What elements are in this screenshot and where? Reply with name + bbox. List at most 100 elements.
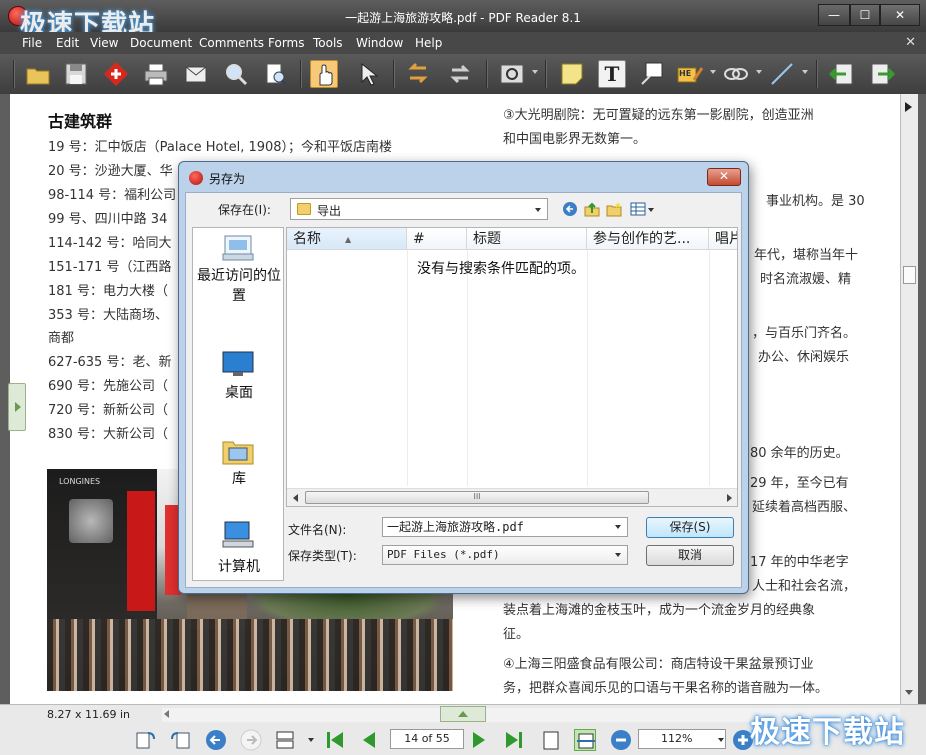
computer-icon[interactable] (221, 520, 255, 550)
import-icon[interactable] (828, 60, 856, 88)
close-window-button[interactable]: ✕ (880, 4, 920, 26)
typewriter-icon[interactable]: T (598, 60, 626, 88)
highlight-dropdown-icon[interactable] (710, 70, 716, 74)
desktop-icon[interactable] (221, 350, 255, 380)
scroll-thumb[interactable] (903, 266, 916, 284)
scroll-down-icon[interactable] (905, 690, 913, 695)
page-heading: 古建筑群 (48, 112, 113, 131)
up-folder-icon[interactable] (584, 201, 600, 217)
previous-page-icon[interactable] (358, 729, 380, 751)
first-page-icon[interactable] (324, 729, 346, 751)
menu-document[interactable]: Document (130, 36, 192, 50)
rotate-left-icon[interactable] (134, 729, 156, 751)
print-icon[interactable] (142, 60, 170, 88)
filename-input[interactable]: 一起游上海旅游攻略.pdf (382, 517, 628, 537)
next-page-icon[interactable] (468, 729, 490, 751)
doc-line: 19 号：汇中饭店（Palace Hotel, 1908）；今和平饭店南楼 (48, 140, 393, 155)
open-icon[interactable] (24, 60, 52, 88)
place-library[interactable]: 库 (193, 468, 283, 488)
cancel-button[interactable]: 取消 (646, 545, 734, 566)
zoom-dropdown-icon[interactable] (718, 738, 724, 742)
export-icon[interactable] (868, 60, 896, 88)
back-icon[interactable] (404, 60, 432, 88)
scroll-right-icon[interactable] (727, 494, 732, 502)
app-icon (189, 171, 203, 185)
chevron-down-icon[interactable] (615, 525, 621, 529)
previous-view-icon[interactable] (205, 729, 227, 751)
dialog-close-button[interactable]: ✕ (707, 168, 741, 186)
file-list[interactable]: 名称 ▲ # 标题 参与创作的艺... 唱片 没有与搜索条件匹配的项。 III (286, 227, 738, 507)
page-layout-icon[interactable] (274, 729, 296, 751)
place-computer[interactable]: 计算机 (193, 556, 283, 576)
toolbar-separator (486, 60, 488, 88)
column-header-album[interactable]: 唱片 (709, 228, 737, 250)
place-recent[interactable]: 最近访问的位置 (193, 266, 283, 306)
select-icon[interactable] (354, 60, 382, 88)
menu-file[interactable]: File (22, 36, 42, 50)
email-icon[interactable] (182, 60, 210, 88)
last-page-icon[interactable] (503, 729, 525, 751)
column-header-title[interactable]: 标题 (467, 228, 587, 250)
highlight-glyph: HE (679, 69, 692, 78)
forward-icon[interactable] (446, 60, 474, 88)
column-header-name[interactable]: 名称 ▲ (287, 228, 407, 250)
column-header-artist[interactable]: 参与创作的艺... (587, 228, 709, 250)
menu-forms[interactable]: Forms (268, 36, 304, 50)
line-icon[interactable] (768, 60, 796, 88)
chevron-down-icon[interactable] (615, 553, 621, 557)
line-dropdown-icon[interactable] (802, 70, 808, 74)
save-icon[interactable] (62, 60, 90, 88)
hand-icon[interactable] (310, 60, 338, 88)
bottom-panel-toggle[interactable] (440, 706, 486, 722)
new-folder-icon[interactable] (606, 201, 622, 217)
folder-icon (297, 203, 311, 215)
recent-places-icon[interactable] (221, 234, 255, 264)
page-number-input[interactable]: 14 of 55 (390, 729, 464, 749)
scroll-arrow-icon[interactable] (905, 102, 912, 112)
menu-edit[interactable]: Edit (56, 36, 79, 50)
search-icon[interactable] (222, 60, 250, 88)
menu-view[interactable]: View (90, 36, 118, 50)
column-header-number[interactable]: # (407, 228, 467, 250)
library-icon[interactable] (221, 436, 255, 466)
layout-dropdown-icon[interactable] (308, 738, 314, 742)
maximize-button[interactable]: ☐ (850, 4, 880, 26)
callout-icon[interactable] (638, 60, 666, 88)
fit-page-icon[interactable] (540, 729, 562, 751)
save-in-value: 导出 (317, 204, 342, 218)
highlight-icon[interactable]: HE (676, 60, 704, 88)
note-icon[interactable] (558, 60, 586, 88)
view-menu-icon[interactable] (630, 201, 656, 217)
vertical-scrollbar[interactable] (900, 94, 918, 704)
toolbar-separator (545, 60, 547, 88)
rotate-right-icon[interactable] (170, 729, 192, 751)
next-view-icon[interactable] (240, 729, 262, 751)
minimize-button[interactable]: — (818, 4, 850, 26)
fit-width-icon[interactable] (574, 729, 596, 751)
settings-dropdown-icon[interactable] (532, 70, 538, 74)
place-desktop[interactable]: 桌面 (193, 382, 283, 402)
zoom-out-icon[interactable] (610, 729, 632, 751)
zoom-level-input[interactable]: 112% (638, 729, 726, 749)
menu-tools[interactable]: Tools (313, 36, 343, 50)
link-dropdown-icon[interactable] (756, 70, 762, 74)
settings-icon[interactable] (498, 60, 526, 88)
menu-help[interactable]: Help (415, 36, 442, 50)
scroll-left-icon[interactable] (164, 710, 169, 718)
navigation-panel-toggle[interactable] (8, 383, 26, 431)
menu-comments[interactable]: Comments (199, 36, 264, 50)
scroll-thumb[interactable]: III (305, 491, 649, 504)
save-button[interactable]: 保存(S) (646, 517, 734, 538)
find-icon[interactable] (262, 60, 290, 88)
scroll-left-icon[interactable] (293, 494, 298, 502)
filetype-select[interactable]: PDF Files (*.pdf) (382, 545, 628, 565)
menu-window[interactable]: Window (356, 36, 403, 50)
link-icon[interactable] (722, 60, 750, 88)
doc-line: 办公、休闲娱乐 (758, 350, 850, 365)
foxit-icon[interactable] (102, 60, 130, 88)
file-list-horizontal-scrollbar[interactable]: III (287, 488, 737, 506)
back-icon[interactable] (562, 201, 578, 217)
photo-crowd (47, 619, 453, 691)
save-in-select[interactable]: 导出 (290, 198, 548, 220)
close-document-icon[interactable]: ✕ (905, 35, 916, 50)
